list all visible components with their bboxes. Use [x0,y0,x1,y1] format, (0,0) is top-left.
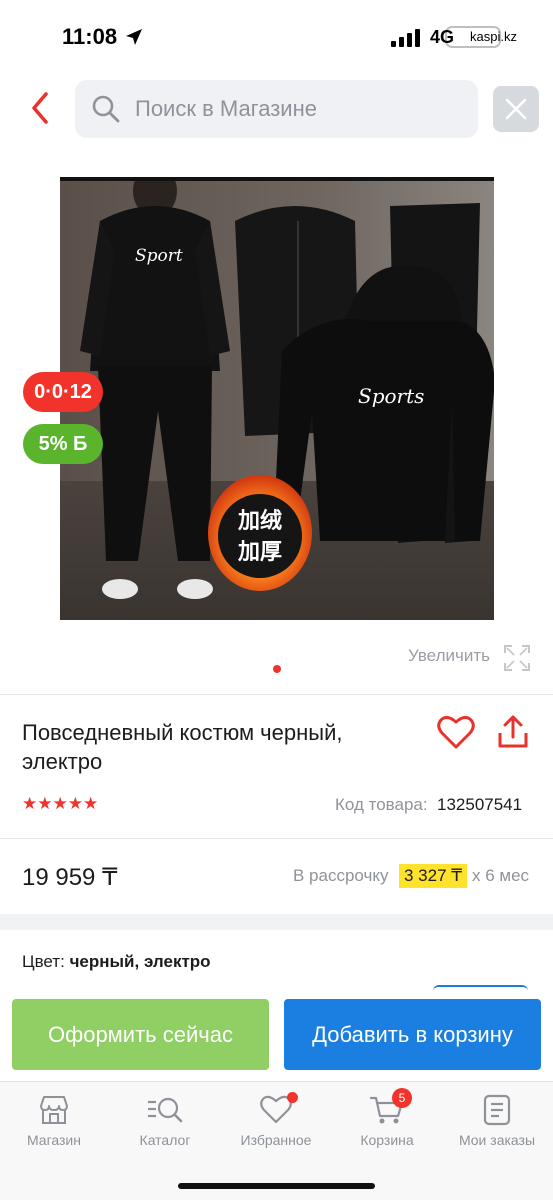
search-icon [92,95,120,123]
network-type: 4G [430,27,455,47]
bonus-badge: 5% Б [23,424,103,464]
tab-favorites[interactable]: Избранное [226,1092,326,1148]
divider [0,838,553,839]
color-label: Цвет: [22,952,65,971]
product-title: Повседневный костюм черный, электро [22,720,343,774]
home-indicator [178,1183,375,1189]
share-button[interactable] [495,713,531,753]
tab-cart[interactable]: 5 Корзина [337,1088,437,1148]
tab-shop[interactable]: Магазин [4,1094,104,1148]
status-time: 11:08 [62,24,118,49]
price: 19 959 ₸ [22,864,118,891]
carrier-link[interactable]: kaspi.kz [470,29,517,44]
tab-label: Корзина [360,1132,414,1148]
status-bar: 11:08 4G kaspi.kz [0,0,553,72]
shirt-print: Sport [135,246,183,266]
product-image[interactable]: Sports Sport 加绒 加厚 [60,177,494,620]
back-button[interactable] [22,88,62,128]
chevron-left-icon [32,92,48,124]
sku-label: Код товара: [335,795,428,814]
product-photo: Sports Sport 加绒 加厚 [60,181,494,620]
heart-icon [437,715,475,749]
promo-line-1: 加绒 [237,508,282,534]
installment-badge: 0·0·12 [23,372,103,412]
orders-icon [483,1094,511,1126]
divider [0,694,553,695]
search-input[interactable] [135,80,465,138]
rating-stars[interactable]: ★★★★★ [22,794,98,814]
cart-count-badge: 5 [392,1088,412,1108]
carousel-indicator [273,665,281,673]
share-icon [498,715,528,748]
tab-label: Магазин [26,1132,81,1148]
catalog-search-icon [148,1097,183,1123]
clear-search-button[interactable] [493,86,539,132]
expand-icon[interactable] [503,644,531,672]
sku-value: 132507541 [437,795,523,814]
promo-line-2: 加厚 [237,540,282,565]
location-arrow-icon [126,29,142,45]
installment-label: В рассрочку [293,866,389,885]
search-box[interactable] [75,80,478,138]
section-separator [0,914,553,930]
buy-now-button[interactable]: Оформить сейчас [12,999,269,1070]
installment-amount: 3 327 ₸ [399,864,468,888]
tab-orders[interactable]: Мои заказы [447,1094,547,1148]
zoom-link[interactable]: Увеличить [408,646,490,666]
tab-label: Каталог [139,1132,191,1148]
installment-term: х 6 мес [472,866,530,885]
signal-icon [391,29,420,47]
add-to-cart-button[interactable]: Добавить в корзину [284,999,541,1070]
hoodie-print: Sports [358,384,424,408]
wishlist-button[interactable] [436,713,476,753]
tab-label: Избранное [240,1132,312,1148]
color-option[interactable] [433,985,528,991]
tab-label: Мои заказы [458,1132,536,1148]
close-icon [505,98,527,120]
tab-catalog[interactable]: Каталог [115,1094,215,1148]
color-row: Цвет: черный, электро [22,952,211,972]
shop-icon [40,1096,68,1124]
color-value: черный, электро [69,952,211,971]
notification-dot [287,1092,298,1103]
